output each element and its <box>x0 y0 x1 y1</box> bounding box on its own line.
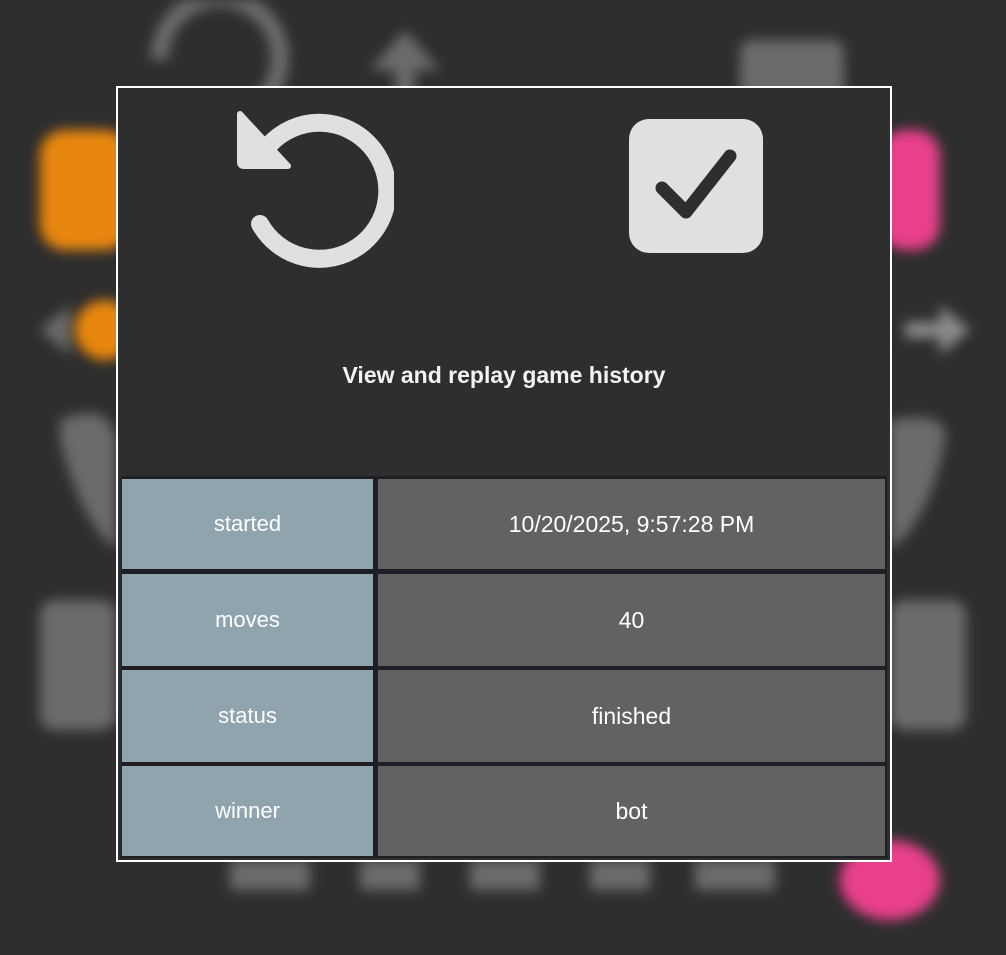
row-value: finished <box>378 670 885 762</box>
table-row: winner bot <box>121 766 887 856</box>
undo-icon <box>237 111 394 268</box>
table-row: status finished <box>121 670 887 762</box>
row-key: winner <box>122 766 373 856</box>
dialog-caption: View and replay game history <box>342 362 666 388</box>
row-key: status <box>122 670 373 762</box>
checkbox-checked-icon <box>629 119 763 253</box>
row-key: moves <box>122 574 373 666</box>
row-value: bot <box>378 766 885 856</box>
row-key: started <box>122 479 373 569</box>
game-info-table: started 10/20/2025, 9:57:28 PM moves 40 … <box>121 476 887 858</box>
row-value: 40 <box>378 574 885 666</box>
undo-button[interactable] <box>230 104 394 274</box>
confirm-button[interactable] <box>626 116 766 256</box>
table-row: started 10/20/2025, 9:57:28 PM <box>121 479 887 569</box>
game-history-dialog: View and replay game history started 10/… <box>116 86 892 862</box>
table-row: moves 40 <box>121 574 887 666</box>
row-value: 10/20/2025, 9:57:28 PM <box>378 479 885 569</box>
